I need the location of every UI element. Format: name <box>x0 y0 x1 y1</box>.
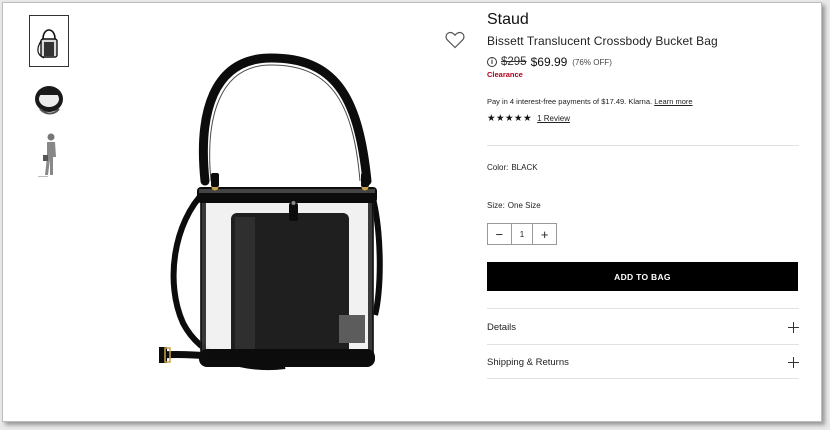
divider <box>487 344 799 345</box>
sale-price: $69.99 <box>530 55 568 69</box>
color-label: Color: <box>487 163 509 172</box>
model-silhouette-icon <box>38 133 56 177</box>
bucket-bag-image <box>159 53 383 370</box>
price-info-icon[interactable]: i <box>487 57 497 67</box>
divider <box>487 145 799 146</box>
product-title: Bissett Translucent Crossbody Bucket Bag <box>487 34 718 48</box>
reviews-link[interactable]: 1 Review <box>537 114 570 123</box>
size-label: Size: <box>487 201 505 210</box>
star-rating-icon: ★★★★★ <box>487 113 533 124</box>
thumbnail-front-view[interactable] <box>29 15 69 67</box>
thumbnail-top-view[interactable] <box>29 73 69 125</box>
main-product-image <box>153 53 388 393</box>
plus-icon <box>788 321 799 333</box>
size-value: One Size <box>507 201 541 210</box>
size-selector: Size: One Size <box>487 201 541 210</box>
shipping-returns-label: Shipping & Returns <box>487 356 569 368</box>
rating-row: ★★★★★ 1 Review <box>487 113 570 124</box>
original-price: $295 <box>501 56 527 68</box>
divider <box>487 378 799 379</box>
plus-icon <box>788 356 799 368</box>
add-to-bag-button[interactable]: ADD TO BAG <box>487 262 798 291</box>
quantity-stepper: − 1 + <box>487 223 557 245</box>
clearance-badge: Clearance <box>487 70 523 79</box>
heart-icon[interactable] <box>445 31 465 49</box>
price-row: i $295 $69.99 (76% OFF) <box>487 55 612 69</box>
quantity-value[interactable]: 1 <box>510 224 534 244</box>
color-value: BLACK <box>511 163 538 172</box>
product-page: Staud Bissett Translucent Crossbody Buck… <box>2 2 822 422</box>
discount-label: (76% OFF) <box>572 57 612 67</box>
increase-quantity-button[interactable]: + <box>533 224 556 244</box>
divider <box>487 308 799 309</box>
bag-front-thumbnail-icon <box>37 29 58 59</box>
details-label: Details <box>487 321 517 333</box>
decrease-quantity-button[interactable]: − <box>488 224 511 244</box>
klarna-text: Pay in 4 interest-free payments of $17.4… <box>487 97 653 106</box>
bag-top-thumbnail-icon <box>35 86 63 115</box>
color-selector: Color: BLACK <box>487 163 538 172</box>
brand-name[interactable]: Staud <box>487 11 529 29</box>
details-accordion[interactable]: Details <box>487 317 799 337</box>
thumbnail-model-view[interactable] <box>29 130 69 182</box>
klarna-promo: Pay in 4 interest-free payments of $17.4… <box>487 97 693 106</box>
learn-more-link[interactable]: Learn more <box>654 97 692 106</box>
shipping-returns-accordion[interactable]: Shipping & Returns <box>487 352 799 372</box>
